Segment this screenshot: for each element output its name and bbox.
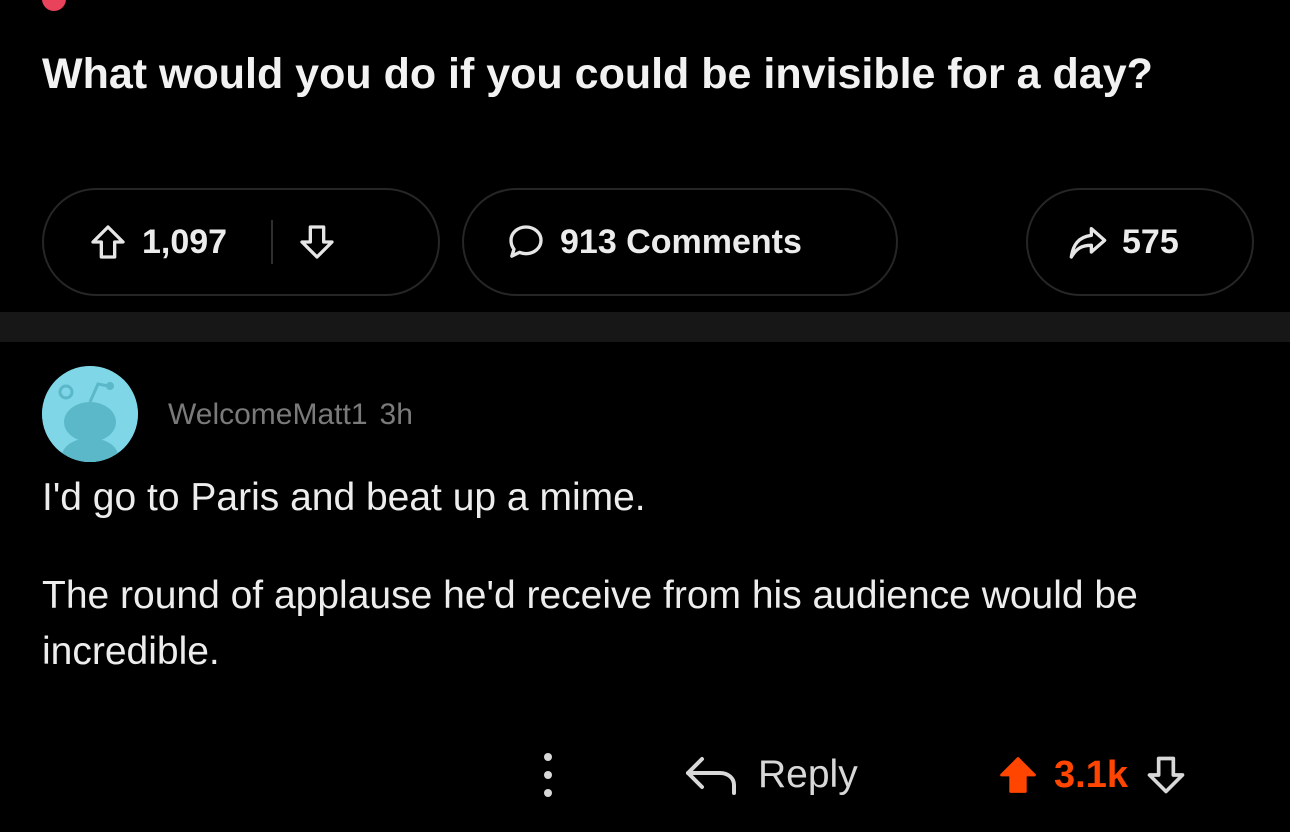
comment-timestamp: 3h [379, 398, 413, 431]
avatar[interactable] [42, 366, 138, 462]
share-button[interactable]: 575 [1026, 188, 1254, 296]
comment-meta: WelcomeMatt1 3h [168, 398, 413, 432]
post-upvote-count: 1,097 [142, 222, 228, 261]
comment-author-name[interactable]: WelcomeMatt1 [168, 398, 368, 431]
reply-label: Reply [758, 753, 858, 796]
reply-button[interactable]: Reply [684, 740, 858, 810]
arrow-up-icon[interactable] [88, 222, 128, 262]
subreddit-header-cropped[interactable] [42, 0, 66, 12]
more-options-button[interactable] [526, 740, 570, 810]
share-count: 575 [1122, 222, 1179, 261]
comment-paragraph: The round of applause he'd receive from … [42, 574, 1138, 673]
comment-score: 3.1k [1054, 753, 1128, 796]
subreddit-icon [42, 0, 66, 11]
share-arrow-icon [1068, 222, 1108, 262]
comments-count-label: 913 Comments [560, 222, 802, 261]
post-title: What would you do if you could be invisi… [42, 50, 1153, 98]
arrow-up-icon[interactable] [996, 753, 1040, 797]
vertical-ellipsis-icon [540, 750, 556, 800]
section-divider [0, 312, 1290, 342]
comment-body: I'd go to Paris and beat up a mime. The … [42, 470, 1242, 680]
comment-vote-controls: 3.1k [996, 740, 1188, 810]
speech-bubble-icon [506, 222, 546, 262]
arrow-down-icon[interactable] [1144, 753, 1188, 797]
arrow-down-icon[interactable] [297, 222, 337, 262]
vote-divider [271, 220, 274, 264]
reply-arrow-icon [684, 753, 740, 797]
post-vote-pill: 1,097 [42, 188, 440, 296]
comment-paragraph: I'd go to Paris and beat up a mime. [42, 476, 646, 519]
comments-button[interactable]: 913 Comments [462, 188, 898, 296]
